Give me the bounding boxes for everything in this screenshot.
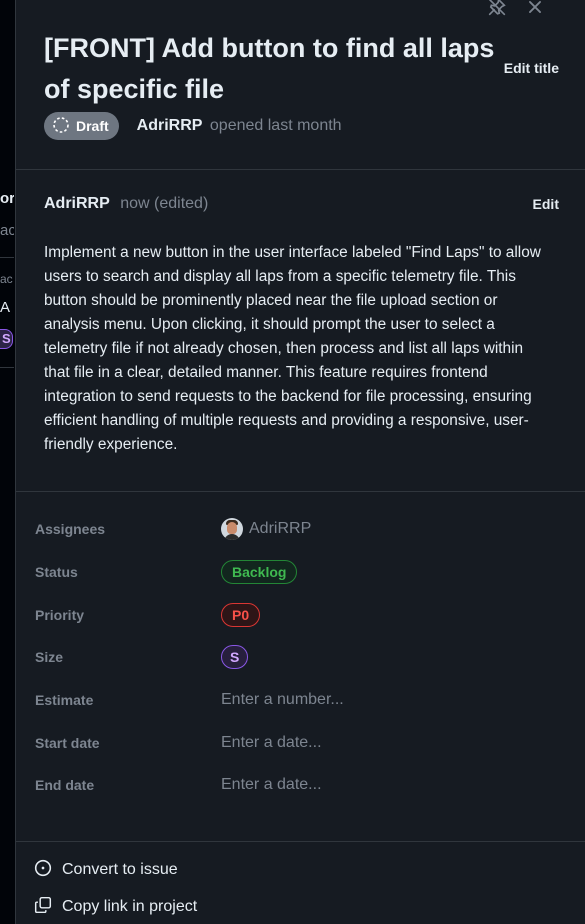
copy-link-label: Copy link in project (62, 898, 198, 915)
field-end-date: End date Enter a date... (35, 764, 555, 807)
divider (16, 841, 585, 842)
field-estimate: Estimate Enter a number... (35, 679, 555, 722)
item-title: [FRONT] Add button to find all laps of s… (44, 33, 495, 104)
status-value[interactable]: Backlog (221, 560, 298, 585)
priority-badge: P0 (221, 602, 261, 627)
assignees-value[interactable]: AdriRRP (221, 518, 312, 541)
comment-author[interactable]: AdriRRP (44, 195, 110, 212)
field-status: Status Backlog (35, 551, 555, 594)
end-date-input[interactable]: Enter a date... (221, 776, 322, 794)
item-side-panel: [FRONT] Add button to find all laps of s… (15, 0, 585, 924)
convert-label: Convert to issue (62, 861, 178, 878)
copy-link-button[interactable]: Copy link in project (34, 893, 197, 921)
field-assignees: Assignees AdriRRP (35, 508, 555, 551)
field-start-date: Start date Enter a date... (35, 721, 555, 764)
board-divider (0, 367, 14, 368)
board-fragment: ac (0, 222, 14, 239)
field-size: Size S (35, 636, 555, 679)
board-divider (0, 257, 14, 258)
board-size-chip: S (0, 329, 13, 349)
opened-time: opened last month (209, 117, 342, 134)
edit-title-button[interactable]: Edit title (504, 60, 559, 76)
draft-circle-icon (52, 116, 70, 137)
start-date-input[interactable]: Enter a date... (221, 734, 322, 752)
estimate-input[interactable]: Enter a number... (221, 691, 344, 709)
comment-body: Implement a new button in the user inter… (44, 244, 541, 453)
board-fragment: A (0, 299, 11, 316)
edit-comment-button[interactable]: Edit (533, 196, 559, 212)
draft-label: Draft (76, 118, 109, 134)
size-value[interactable]: S (221, 645, 249, 670)
item-meta: Draft AdriRRP opened last month (44, 112, 342, 140)
scrollbar[interactable] (579, 0, 585, 924)
field-label: Assignees (35, 521, 106, 538)
project-fields: Assignees AdriRRP Status Backlog Priorit… (35, 508, 555, 807)
field-label: End date (35, 777, 95, 794)
divider (16, 169, 585, 170)
opened-info: AdriRRP opened last month (137, 117, 342, 135)
field-label: Estimate (35, 692, 94, 709)
field-label: Start date (35, 734, 100, 751)
author-link[interactable]: AdriRRP (137, 117, 203, 134)
size-badge: S (221, 645, 249, 670)
priority-value[interactable]: P0 (221, 602, 261, 627)
issue-opened-icon (34, 859, 52, 882)
avatar (221, 518, 243, 541)
convert-to-issue-button[interactable]: Convert to issue (34, 856, 197, 884)
item-header: [FRONT] Add button to find all laps of s… (44, 28, 504, 110)
unpin-button[interactable] (487, 0, 507, 18)
comment-time[interactable]: now (edited) (120, 195, 208, 212)
close-icon (526, 0, 544, 21)
close-button[interactable] (525, 0, 545, 18)
field-label: Size (35, 649, 64, 666)
panel-toolbar (487, 0, 545, 18)
item-actions: Convert to issue Copy link in project (34, 856, 197, 924)
field-priority: Priority P0 (35, 593, 555, 636)
unpin-icon (488, 0, 506, 21)
background-board: ore ac ac A S (0, 0, 16, 924)
assignee-name: AdriRRP (249, 520, 312, 538)
comment-header: AdriRRP now (edited) (44, 195, 544, 213)
board-fragment: ac (0, 272, 13, 286)
board-fragment: ore (0, 190, 14, 207)
copy-icon (34, 896, 52, 919)
status-badge: Backlog (221, 560, 298, 585)
draft-badge: Draft (44, 112, 119, 140)
divider (16, 491, 585, 492)
field-label: Status (35, 564, 78, 581)
field-label: Priority (35, 606, 85, 623)
